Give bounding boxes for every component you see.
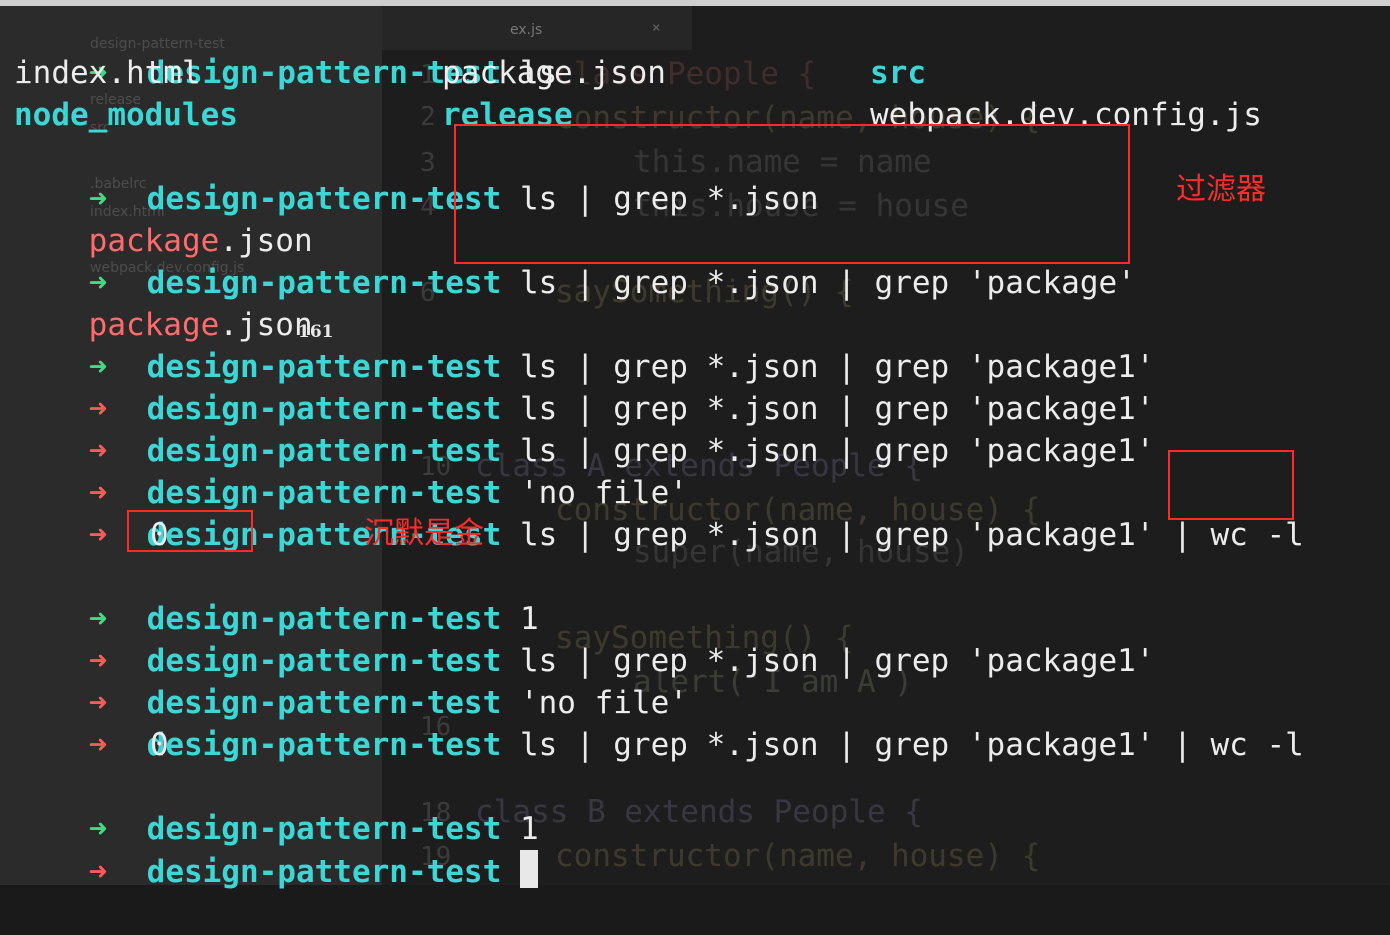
- prompt-directory: design-pattern-test: [146, 727, 502, 763]
- terminal-line: package.json: [14, 262, 313, 343]
- filter-highlight-box: [454, 124, 1130, 264]
- terminal-line: ➜ design-pattern-test ls | grep *.json | …: [14, 472, 1304, 553]
- wc-highlight-box: [1168, 450, 1294, 520]
- terminal-output[interactable]: ➜ design-pattern-test ls index.html packa…: [0, 0, 1390, 890]
- terminal-line: ➜ design-pattern-test 'no file': [14, 640, 688, 721]
- terminal-line: ➜ design-pattern-test 'no file': [14, 430, 688, 511]
- text-cursor[interactable]: [519, 850, 538, 888]
- terminal-line: ➜ design-pattern-test ls: [14, 10, 558, 91]
- zero-output-highlight-box: [127, 510, 253, 552]
- terminal-line: ➜ design-pattern-test 1: [14, 556, 539, 637]
- ls-output-directory: node_modules: [14, 97, 238, 133]
- terminal-line: ➜ design-pattern-test ls | grep *.json | …: [14, 346, 1155, 427]
- command-text: ls | grep *.json | grep 'package': [519, 265, 1136, 301]
- command-text: ls | grep *.json | grep 'package1' | wc …: [519, 727, 1304, 763]
- prompt-arrow-error-icon: ➜: [88, 727, 108, 763]
- ls-output-item: package.json: [442, 55, 666, 91]
- filter-annotation-label: 过滤器: [1176, 172, 1266, 207]
- prompt-arrow-error-icon: ➜: [88, 854, 108, 890]
- wc-output-count: 0: [150, 727, 169, 763]
- page-number: 161: [298, 322, 334, 342]
- terminal-current-prompt[interactable]: ➜ design-pattern-test: [14, 808, 538, 890]
- terminal-line: package.json: [14, 178, 313, 259]
- terminal-line: ➜ design-pattern-test ls | grep *.json | …: [14, 682, 1304, 763]
- terminal-line: ➜ design-pattern-test ls | grep *.json | …: [14, 304, 1155, 385]
- command-text: ls | grep *.json | grep 'package1' | wc …: [519, 517, 1304, 553]
- silence-annotation-label: 沉默是金: [364, 516, 484, 551]
- ls-output-directory: src: [870, 55, 926, 91]
- ls-output-item: index.html: [14, 55, 201, 91]
- terminal-line: ➜ design-pattern-test 1: [14, 766, 539, 847]
- terminal-line: ➜ design-pattern-test ls | grep *.json | …: [14, 388, 1155, 469]
- terminal-line: ➜ design-pattern-test ls | grep *.json | …: [14, 598, 1155, 679]
